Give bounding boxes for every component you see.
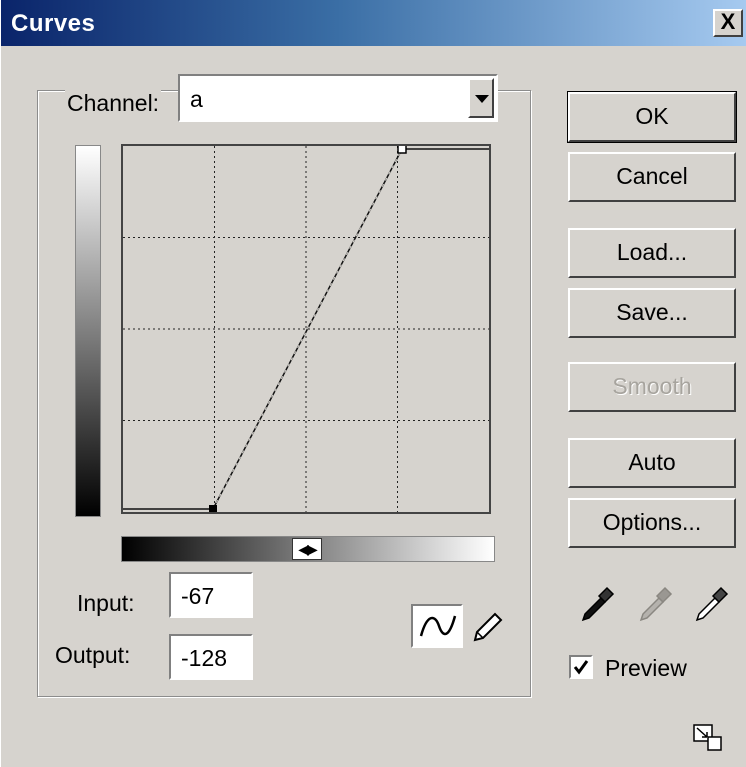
save-label: Save... <box>616 299 688 325</box>
cancel-button[interactable]: Cancel <box>568 152 736 202</box>
auto-label: Auto <box>628 449 676 475</box>
close-button[interactable]: X <box>713 9 743 37</box>
channel-select[interactable]: a <box>178 74 498 122</box>
eyedropper-white-icon[interactable] <box>691 584 731 624</box>
output-value: -128 <box>181 645 228 671</box>
preview-label: Preview <box>605 655 687 681</box>
curve-tool-icon[interactable] <box>411 604 463 648</box>
channel-label: Channel: <box>65 90 162 117</box>
options-button[interactable]: Options... <box>568 498 736 548</box>
curve-graph[interactable] <box>121 144 491 514</box>
smooth-button[interactable]: Smooth <box>568 362 736 412</box>
ok-button[interactable]: OK <box>567 91 737 143</box>
save-button[interactable]: Save... <box>568 288 736 338</box>
options-label: Options... <box>602 509 702 535</box>
output-label: Output: <box>55 642 131 668</box>
output-gradient-bar <box>75 145 101 517</box>
load-button[interactable]: Load... <box>568 228 736 278</box>
curve-point-white[interactable] <box>397 146 407 154</box>
curve-point-black[interactable] <box>209 505 217 512</box>
input-value: -67 <box>181 583 215 609</box>
input-label: Input: <box>77 590 135 616</box>
curve-grid <box>123 146 489 512</box>
smooth-label: Smooth <box>612 373 692 399</box>
curve-graph-svg[interactable] <box>123 146 489 512</box>
output-field[interactable]: -128 <box>169 634 253 680</box>
pencil-icon[interactable] <box>467 606 507 646</box>
load-label: Load... <box>616 239 688 265</box>
eyedropper-gray-icon[interactable] <box>635 584 675 624</box>
dialog-title: Curves <box>11 10 96 37</box>
ok-label: OK <box>635 103 669 129</box>
curves-dialog: Curves X Channel: a ◀▶ Input: -67 Output… <box>0 0 746 767</box>
gradient-toggle-icon[interactable]: ◀▶ <box>292 538 322 560</box>
preview-checkbox[interactable] <box>569 655 593 679</box>
input-field[interactable]: -67 <box>169 572 253 618</box>
eyedropper-black-icon[interactable] <box>577 584 617 624</box>
resize-icon[interactable] <box>693 724 723 752</box>
chevron-down-icon[interactable] <box>468 78 494 118</box>
title-bar[interactable]: Curves X <box>1 0 746 46</box>
auto-button[interactable]: Auto <box>568 438 736 488</box>
channel-value: a <box>190 86 203 112</box>
cancel-label: Cancel <box>616 163 688 189</box>
checkmark-icon <box>573 660 589 675</box>
